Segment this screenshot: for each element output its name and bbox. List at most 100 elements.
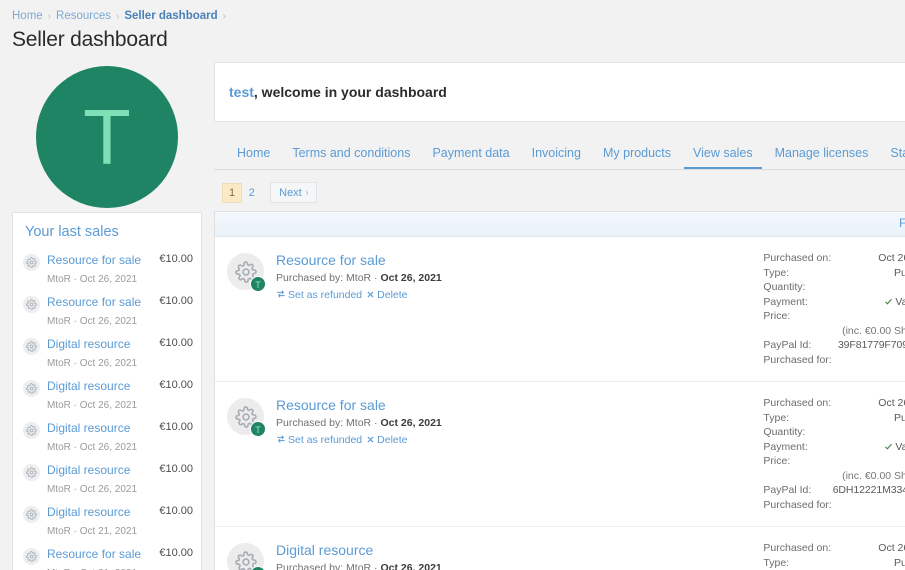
last-sale-meta: MtoR · Oct 26, 2021 bbox=[47, 274, 138, 285]
last-sale-row[interactable]: Digital resource MtoR · Oct 26, 2021 €10.0… bbox=[13, 374, 201, 416]
last-sale-row[interactable]: Resource for saleMtoR · Oct 21, 2021 €10.… bbox=[13, 542, 201, 570]
gear-icon bbox=[23, 506, 40, 523]
detail-type-value: Purchase bbox=[894, 556, 905, 569]
seller-dashboard-page: Home › Resources › Seller dashboard › Seller … bbox=[0, 0, 905, 570]
set-as-refunded-button[interactable]: Set as refunded bbox=[276, 289, 362, 301]
detail-purchased-for: Purchased for:test bbox=[763, 498, 905, 513]
set-as-refunded-button[interactable]: Set as refunded bbox=[276, 434, 362, 446]
item-actions: Set as refunded Delete bbox=[276, 434, 763, 446]
last-sale-name[interactable]: Digital resource bbox=[47, 379, 130, 393]
last-sale-row[interactable]: Digital resource MtoR · Oct 26, 2021 €10.0… bbox=[13, 416, 201, 458]
gear-icon bbox=[23, 422, 40, 439]
last-sales-list: Resource for sale MtoR · Oct 26, 2021 €10.… bbox=[13, 248, 201, 570]
item-thumbnail: T bbox=[227, 253, 266, 292]
gear-icon bbox=[23, 548, 40, 565]
detail-type-label: Type: bbox=[763, 266, 790, 279]
last-sale-price: €10.00 bbox=[159, 463, 193, 475]
swap-icon bbox=[276, 435, 286, 446]
delete-button[interactable]: Delete bbox=[366, 434, 408, 446]
tab-statistics[interactable]: Statistics bbox=[881, 140, 905, 169]
detail-purchased-on-value: Oct 26, 2021 bbox=[878, 397, 905, 409]
detail-paypal-id-label: PayPal Id: bbox=[763, 339, 812, 351]
last-sale-row[interactable]: Resource for sale MtoR · Oct 26, 2021 €10.… bbox=[13, 290, 201, 332]
item-purchaser: Purchased by: MtoR · Oct 26, 2021 bbox=[276, 416, 763, 431]
item-purchase-date: Oct 26, 2021 bbox=[380, 417, 442, 429]
item-thumbnail: T bbox=[227, 398, 266, 437]
tab-home[interactable]: Home bbox=[228, 140, 279, 169]
detail-purchased-for-label: Purchased for: bbox=[763, 498, 832, 511]
last-sale-row[interactable]: Digital resource MtoR · Oct 26, 2021 €10.0… bbox=[13, 332, 201, 374]
sales-results-card: Filters▾ T Resource for sale Purchased by:… bbox=[214, 211, 905, 570]
last-sale-row[interactable]: Resource for sale MtoR · Oct 26, 2021 €10.… bbox=[13, 248, 201, 290]
breadcrumb-separator: › bbox=[222, 11, 226, 22]
tab-view-sales[interactable]: View sales bbox=[684, 140, 762, 169]
sale-item: T Digital resource Purchased by: MtoR · Oc… bbox=[215, 527, 905, 570]
last-sale-name[interactable]: Resource for sale bbox=[47, 547, 141, 561]
detail-type-label: Type: bbox=[763, 411, 790, 424]
pagination-next-button[interactable]: Next › bbox=[270, 182, 318, 203]
pagination-page-1[interactable]: 1 bbox=[222, 182, 243, 203]
last-sale-price: €10.00 bbox=[159, 253, 193, 265]
item-purchaser-prefix: Purchased by: MtoR · bbox=[276, 562, 381, 570]
detail-purchased-on: Purchased on: Oct 26, 2021 bbox=[763, 251, 905, 266]
last-sale-row[interactable]: Digital resource MtoR · Oct 21, 2021 €10.0… bbox=[13, 500, 201, 542]
tab-payment-data[interactable]: Payment data bbox=[423, 140, 518, 169]
detail-purchased-on: Purchased on: Oct 26, 2021 bbox=[763, 396, 905, 411]
last-sale-meta: MtoR · Oct 26, 2021 bbox=[47, 400, 138, 411]
last-sale-name[interactable]: Resource for sale bbox=[47, 253, 141, 267]
last-sale-name[interactable]: Digital resource bbox=[47, 421, 130, 435]
item-details: Purchased on:Oct 26, 2021Type:PurchaseQu… bbox=[763, 541, 905, 570]
page-title: Seller dashboard bbox=[12, 28, 168, 51]
delete-button[interactable]: Delete bbox=[366, 289, 408, 301]
detail-price-label: Price: bbox=[763, 310, 791, 322]
last-sale-meta: MtoR · Oct 26, 2021 bbox=[47, 316, 138, 327]
pagination-page-2[interactable]: 2 bbox=[242, 183, 261, 203]
breadcrumb-item-seller-dashboard[interactable]: Seller dashboard bbox=[124, 10, 217, 22]
detail-purchased-on-value: Oct 26, 2021 bbox=[878, 252, 905, 264]
detail-purchased-on: Purchased on: Oct 26, 2021 bbox=[763, 541, 905, 556]
seller-badge: T bbox=[250, 421, 266, 437]
last-sale-name[interactable]: Digital resource bbox=[47, 505, 130, 519]
last-sale-body: Digital resource MtoR · Oct 26, 2021 bbox=[40, 377, 141, 413]
item-title[interactable]: Digital resource bbox=[276, 541, 763, 559]
item-purchaser: Purchased by: MtoR · Oct 26, 2021 bbox=[276, 561, 763, 570]
breadcrumb: Home › Resources › Seller dashboard › bbox=[0, 0, 905, 26]
detail-quantity: Quantity:1 bbox=[763, 425, 905, 440]
detail-payment: Payment: Validated bbox=[763, 440, 905, 455]
last-sale-meta: MtoR · Oct 26, 2021 bbox=[47, 484, 138, 495]
item-purchaser-prefix: Purchased by: MtoR · bbox=[276, 272, 381, 284]
last-sale-name[interactable]: Digital resource bbox=[47, 463, 130, 477]
item-title[interactable]: Resource for sale bbox=[276, 251, 763, 269]
content-area: test, welcome in your dashboard Home Term… bbox=[214, 62, 905, 570]
item-title[interactable]: Resource for sale bbox=[276, 396, 763, 414]
tab-invoicing[interactable]: Invoicing bbox=[523, 140, 590, 169]
swap-icon bbox=[276, 290, 286, 301]
filters-dropdown[interactable]: Filters▾ bbox=[899, 218, 905, 230]
dashboard-tabs: Home Terms and conditions Payment data Invo… bbox=[214, 140, 905, 170]
delete-label: Delete bbox=[377, 434, 408, 446]
avatar: T bbox=[36, 66, 178, 208]
item-purchase-date: Oct 26, 2021 bbox=[380, 562, 442, 570]
detail-payment-label: Payment: bbox=[763, 295, 808, 308]
gear-icon bbox=[23, 380, 40, 397]
last-sale-name[interactable]: Resource for sale bbox=[47, 295, 141, 309]
last-sale-meta: MtoR · Oct 26, 2021 bbox=[47, 442, 138, 453]
tab-terms-and-conditions[interactable]: Terms and conditions bbox=[283, 140, 419, 169]
tab-manage-licenses[interactable]: Manage licenses bbox=[766, 140, 878, 169]
sale-item: T Resource for sale Purchased by: MtoR · O… bbox=[215, 382, 905, 527]
check-icon bbox=[884, 296, 893, 308]
gear-icon bbox=[23, 464, 40, 481]
detail-quantity-label: Quantity: bbox=[763, 281, 806, 293]
last-sale-meta: MtoR · Oct 21, 2021 bbox=[47, 526, 138, 537]
last-sale-price: €10.00 bbox=[159, 295, 193, 307]
detail-purchased-on-label: Purchased on: bbox=[763, 542, 832, 554]
breadcrumb-item-resources[interactable]: Resources bbox=[56, 10, 111, 22]
item-thumbnail: T bbox=[227, 543, 266, 570]
last-sale-row[interactable]: Digital resource MtoR · Oct 26, 2021 €10.0… bbox=[13, 458, 201, 500]
tab-my-products[interactable]: My products bbox=[594, 140, 680, 169]
detail-type: Type: Purchase bbox=[763, 411, 905, 426]
detail-price: Price:€10.00 bbox=[763, 454, 905, 469]
last-sale-name[interactable]: Digital resource bbox=[47, 337, 130, 351]
breadcrumb-item-home[interactable]: Home bbox=[12, 10, 43, 22]
breadcrumb-separator: › bbox=[47, 11, 52, 22]
